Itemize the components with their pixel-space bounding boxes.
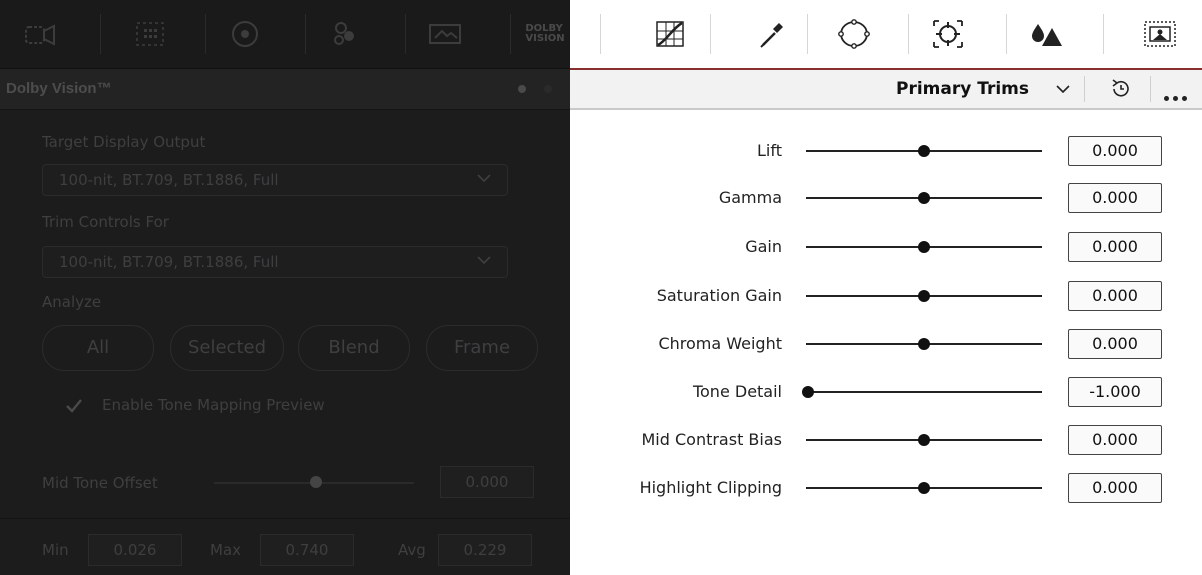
left-toolbar: DOLBY VISION: [0, 0, 570, 69]
dolby-logo-line2: VISION: [525, 33, 565, 44]
max-value: 0.740: [260, 534, 354, 566]
slider-row: Gamma 0.000: [570, 180, 1202, 216]
slider-knob[interactable]: [802, 386, 814, 398]
slider-label: Tone Detail: [692, 382, 782, 401]
slider-value-field[interactable]: 0.000: [1068, 329, 1162, 359]
slider-row: Chroma Weight 0.000: [570, 326, 1202, 362]
enable-tone-mapping-label: Enable Tone Mapping Preview: [102, 396, 325, 414]
chevron-down-icon[interactable]: [1056, 84, 1070, 94]
qualifier-icon[interactable]: [742, 0, 802, 68]
dolby-vision-icon[interactable]: DOLBY VISION: [515, 0, 575, 68]
primaries-wheels-icon[interactable]: [215, 0, 275, 68]
min-label: Min: [42, 541, 69, 559]
slider-label: Highlight Clipping: [639, 478, 782, 497]
analyze-label: Analyze: [42, 293, 102, 311]
divider: [0, 518, 570, 519]
right-toolbar: [570, 0, 1202, 68]
slider-value-field[interactable]: 0.000: [1068, 281, 1162, 311]
slider-value-field[interactable]: 0.000: [1068, 136, 1162, 166]
slider-value-field[interactable]: 0.000: [1068, 183, 1162, 213]
panel-status-dot[interactable]: [518, 85, 526, 93]
curves-icon[interactable]: [640, 0, 700, 68]
slider-row: Gain 0.000: [570, 229, 1202, 265]
camera-raw-icon[interactable]: [10, 0, 70, 68]
mid-tone-offset-value[interactable]: 0.000: [440, 466, 534, 498]
slider-knob[interactable]: [918, 338, 930, 350]
dolby-vision-panel: DOLBY VISION Dolby Vision™ Target Display…: [0, 0, 570, 575]
slider-knob[interactable]: [918, 434, 930, 446]
avg-value: 0.229: [438, 534, 532, 566]
key-icon[interactable]: [1130, 0, 1190, 68]
mid-tone-offset-label: Mid Tone Offset: [42, 474, 158, 492]
hdr-icon[interactable]: [415, 0, 475, 68]
analyze-blend-button[interactable]: Blend: [298, 325, 410, 371]
checkmark-icon[interactable]: [64, 396, 84, 416]
reset-icon[interactable]: [1108, 76, 1134, 102]
slider-value-field[interactable]: 0.000: [1068, 473, 1162, 503]
slider-row: Tone Detail -1.000: [570, 374, 1202, 410]
blur-icon[interactable]: [1016, 0, 1076, 68]
slider-label: Chroma Weight: [658, 334, 782, 353]
trim-controls-for-label: Trim Controls For: [42, 213, 169, 231]
analyze-frame-button[interactable]: Frame: [426, 325, 538, 371]
primary-trims-panel: Primary Trims Lift 0.000 Gamma 0.000 Gain 0.0…: [570, 0, 1202, 575]
dolby-vision-header: Dolby Vision™: [0, 69, 570, 110]
slider-label: Saturation Gain: [656, 286, 782, 305]
slider-value-field[interactable]: 0.000: [1068, 232, 1162, 262]
panel-options-dot[interactable]: [544, 85, 552, 93]
analyze-selected-button[interactable]: Selected: [170, 325, 284, 371]
chevron-down-icon: [477, 174, 491, 183]
more-options-icon[interactable]: [1164, 86, 1198, 101]
slider-track[interactable]: [806, 391, 1042, 393]
slider-knob[interactable]: [918, 145, 930, 157]
analyze-all-button[interactable]: All: [42, 325, 154, 371]
slider-label: Mid Contrast Bias: [641, 430, 782, 449]
tracker-icon[interactable]: [918, 0, 978, 68]
slider-row: Lift 0.000: [570, 133, 1202, 169]
mode-dropdown-label[interactable]: Primary Trims: [896, 77, 1029, 101]
slider-row: Saturation Gain 0.000: [570, 278, 1202, 314]
slider-row: Highlight Clipping 0.000: [570, 470, 1202, 506]
slider-label: Gamma: [718, 188, 782, 207]
target-display-output-label: Target Display Output: [42, 133, 206, 151]
target-display-output-dropdown[interactable]: 100-nit, BT.709, BT.1886, Full: [42, 164, 508, 196]
avg-label: Avg: [398, 541, 426, 559]
min-value: 0.026: [88, 534, 182, 566]
slider-knob[interactable]: [918, 290, 930, 302]
trim-controls-for-value: 100-nit, BT.709, BT.1886, Full: [59, 253, 279, 271]
slider-knob[interactable]: [918, 192, 930, 204]
slider-label: Gain: [745, 237, 782, 256]
window-icon[interactable]: [824, 0, 884, 68]
target-display-output-value: 100-nit, BT.709, BT.1886, Full: [59, 171, 279, 189]
slider-value-field[interactable]: 0.000: [1068, 425, 1162, 455]
slider-row: Mid Contrast Bias 0.000: [570, 422, 1202, 458]
rgb-mixer-icon[interactable]: [315, 0, 375, 68]
trim-controls-for-dropdown[interactable]: 100-nit, BT.709, BT.1886, Full: [42, 246, 508, 278]
panel-title: Dolby Vision™: [6, 80, 112, 97]
max-label: Max: [210, 541, 242, 559]
slider-knob[interactable]: [918, 482, 930, 494]
color-match-icon[interactable]: [120, 0, 180, 68]
mid-tone-offset-slider-knob[interactable]: [310, 476, 322, 488]
slider-label: Lift: [757, 141, 782, 160]
slider-value-field[interactable]: -1.000: [1068, 377, 1162, 407]
chevron-down-icon: [477, 256, 491, 265]
slider-knob[interactable]: [918, 241, 930, 253]
primary-trims-header: Primary Trims: [570, 68, 1202, 110]
